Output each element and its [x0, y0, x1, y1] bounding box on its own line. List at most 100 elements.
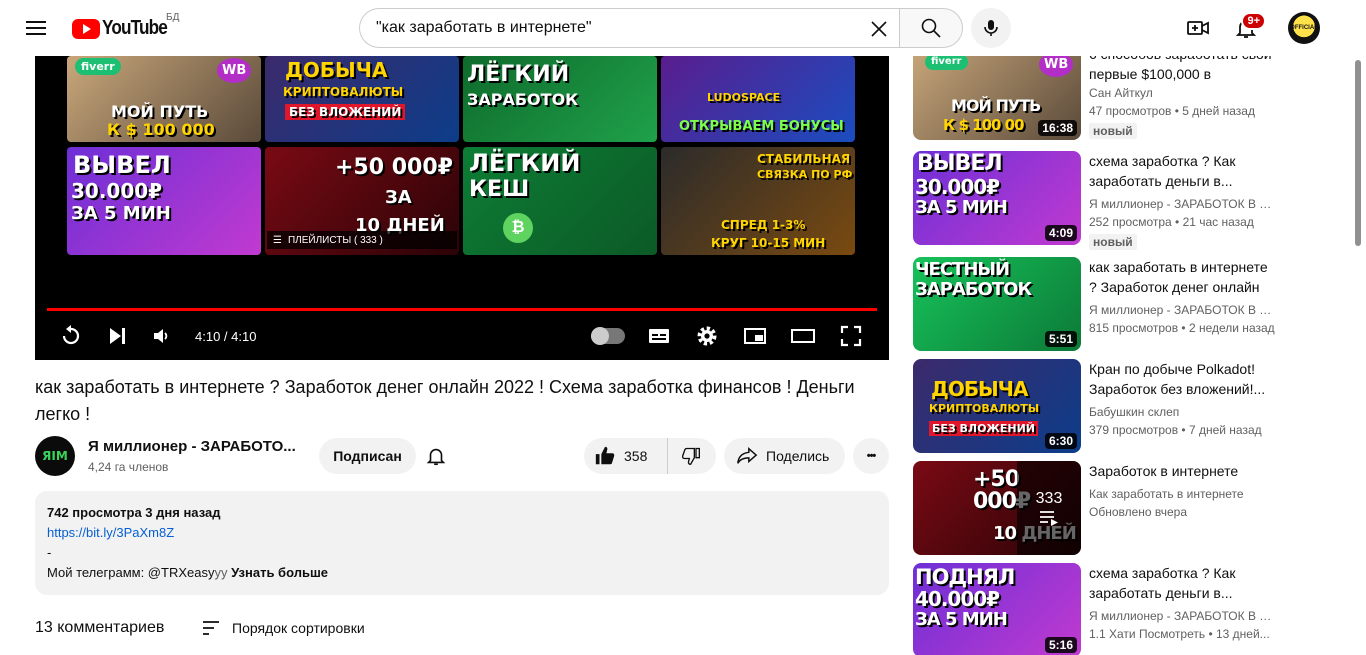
tile-text: СТАБИЛЬНАЯ — [757, 152, 851, 166]
fullscreen-button[interactable] — [837, 322, 865, 350]
playlist-label: ☰ ПЛЕЙЛИСТЫ ( 333 ) — [267, 231, 457, 249]
avatar-text: OFFICIAL — [1290, 25, 1318, 31]
search-bar: "как заработать в интернете" — [359, 8, 963, 48]
description-link[interactable]: https://bit.ly/3PaXm8Z — [47, 525, 174, 540]
subtitles-icon — [649, 329, 669, 343]
related-video-item[interactable]: fiverr WB МОЙ ПУТЬ К $ 100 00 16:38 6 сп… — [913, 46, 1353, 140]
dislike-button[interactable] — [668, 438, 714, 474]
view-stats: 742 просмотра 3 дня назад — [47, 505, 221, 520]
bell-icon — [426, 448, 446, 466]
thumb-text: ВЫВЕЛ — [917, 151, 1003, 176]
thumbs-down-icon — [681, 447, 700, 466]
channel-name: Как заработать в интернете — [1089, 487, 1244, 501]
account-avatar[interactable]: OFFICIAL — [1288, 12, 1320, 44]
gear-icon — [697, 326, 717, 346]
related-video-item[interactable]: ВЫВЕЛ 30.000₽ ЗА 5 МИН 4:09 схема зарабо… — [913, 151, 1353, 250]
volume-button[interactable] — [147, 322, 175, 350]
masthead: YouTube БД "как заработать в интернете" … — [0, 0, 1366, 56]
create-video-button[interactable] — [1178, 8, 1218, 48]
youtube-logo[interactable]: YouTube БД — [72, 12, 179, 40]
more-actions-button[interactable]: ••• — [853, 438, 889, 474]
video-meta: 815 просмотров • 2 недели назад — [1089, 321, 1275, 335]
page-scrollbar[interactable] — [1353, 56, 1363, 655]
share-icon — [737, 447, 758, 464]
end-tile[interactable]: ЛЁГКИЙ КЕШ ₿ — [463, 147, 657, 255]
notifications-button[interactable]: 9+ — [1226, 8, 1266, 48]
thumb-text: ЗАРАБОТОК — [915, 279, 1032, 300]
next-icon — [110, 328, 125, 344]
settings-button[interactable] — [693, 322, 721, 350]
video-duration: 16:38 — [1038, 120, 1077, 136]
related-video-item[interactable]: ДОБЫЧА КРИПТОВАЛЮТЫ БЕЗ ВЛОЖЕНИЙ 6:30 Кр… — [913, 359, 1353, 453]
video-thumbnail: fiverr WB МОЙ ПУТЬ К $ 100 00 16:38 — [913, 46, 1081, 140]
like-button[interactable]: 358 — [584, 438, 668, 474]
tile-text: LUDOSPACE — [707, 91, 781, 104]
end-screen-grid: fiverr WB МОЙ ПУТЬ К $ 100 000 ДОБЫЧА КР… — [67, 56, 857, 256]
playlist-title: Заработок в интернете — [1089, 463, 1239, 479]
related-playlist-item[interactable]: +50 000₽ 10 ДНЕЙ 333 Заработок в интерне… — [913, 461, 1353, 555]
replay-button[interactable] — [57, 322, 85, 350]
thumb-text: ЧЕСТНЫЙ — [915, 259, 1010, 280]
video-title: как заработать в интернете ? Заработок д… — [1089, 259, 1268, 295]
notification-bell-button[interactable] — [420, 440, 452, 472]
logo-text: YouTube — [102, 17, 168, 39]
description-telegram: Мой телеграмм: @TRXeasy — [47, 565, 215, 580]
subscriber-count: 4,24 га членов — [88, 460, 169, 474]
next-button[interactable] — [103, 322, 131, 350]
video-thumbnail: ДОБЫЧА КРИПТОВАЛЮТЫ БЕЗ ВЛОЖЕНИЙ 6:30 — [913, 359, 1081, 453]
sort-comments-button[interactable]: Порядок сортировки — [200, 617, 365, 639]
end-tile[interactable]: LUDOSPACE ОТКРЫВАЕМ БОНУСЫ — [661, 56, 855, 142]
scrollbar-thumb[interactable] — [1355, 60, 1361, 246]
notification-count-badge: 9+ — [1241, 12, 1266, 30]
thumb-text: ПОДНЯЛ — [915, 565, 1015, 589]
fullscreen-icon — [840, 325, 862, 347]
progress-bar[interactable] — [47, 308, 877, 311]
description-box[interactable]: 742 просмотра 3 дня назад https://bit.ly… — [35, 491, 889, 595]
tile-text: ВЫВЕЛ — [73, 151, 171, 179]
video-info: схема заработка ? Как заработать деньги … — [1089, 151, 1279, 251]
like-dislike-group: 358 — [584, 438, 716, 474]
related-video-item[interactable]: ЧЕСТНЫЙ ЗАРАБОТОК 5:51 как заработать в … — [913, 257, 1353, 351]
channel-name: Я миллионер - ЗАРАБОТОК В ИНТ... — [1089, 303, 1279, 317]
playlist-count: 333 — [1035, 490, 1063, 507]
tile-text: КЕШ — [469, 177, 530, 202]
end-tile[interactable]: fiverr WB МОЙ ПУТЬ К $ 100 000 — [67, 56, 261, 142]
show-more-button[interactable]: Узнать больше — [231, 565, 328, 580]
search-input[interactable]: "как заработать в интернете" — [359, 8, 900, 48]
subscribe-button[interactable]: Подписан — [319, 438, 416, 474]
video-info: 6 способов заработать свои первые $100,0… — [1089, 46, 1279, 140]
comments-count: 13 комментариев — [35, 619, 165, 636]
channel-name: Я миллионер - ЗАРАБОТОК В ИНТ... — [1089, 197, 1279, 211]
video-title: как заработать в интернете ? Заработок д… — [35, 377, 855, 424]
clear-search-icon[interactable] — [865, 15, 893, 43]
thumb-text: fiverr — [925, 54, 968, 70]
miniplayer-button[interactable] — [741, 322, 769, 350]
channel-name: Бабушкин склеп — [1089, 405, 1180, 419]
channel-name[interactable]: Я миллионер - ЗАРАБОТО... — [88, 438, 296, 455]
theater-mode-button[interactable] — [789, 322, 817, 350]
thumb-text: МОЙ ПУТЬ — [951, 96, 1041, 115]
channel-avatar[interactable]: ЯIМ — [35, 436, 75, 476]
replay-icon — [62, 325, 80, 345]
end-tile[interactable]: ДОБЫЧА КРИПТОВАЛЮТЫ БЕЗ ВЛОЖЕНИЙ — [265, 56, 459, 142]
end-tile[interactable]: +50 000₽ ЗА 10 ДНЕЙ ☰ ПЛЕЙЛИСТЫ ( 333 ) — [265, 147, 459, 255]
playlist-overlay: 333 — [1017, 461, 1081, 555]
end-tile[interactable]: ВЫВЕЛ 30.000₽ ЗА 5 МИН — [67, 147, 261, 255]
search-button[interactable] — [899, 8, 963, 48]
tile-text: ЛЁГКИЙ — [469, 149, 581, 177]
video-thumbnail: ВЫВЕЛ 30.000₽ ЗА 5 МИН 4:09 — [913, 151, 1081, 245]
description-dash: - — [47, 545, 52, 560]
end-tile[interactable]: СТАБИЛЬНАЯ СВЯЗКА ПО РФ СПРЕД 1-3% КРУГ … — [661, 147, 855, 255]
share-button[interactable]: Поделись — [724, 438, 845, 474]
thumb-text: БЕЗ ВЛОЖЕНИЙ — [929, 421, 1039, 436]
end-tile[interactable]: ЛЁГКИЙ ЗАРАБОТОК — [463, 56, 657, 142]
tile-text: КРУГ 10-15 МИН — [711, 236, 826, 250]
menu-icon[interactable] — [20, 16, 52, 40]
video-info: как заработать в интернете ? Заработок д… — [1089, 257, 1279, 337]
autoplay-toggle[interactable] — [591, 327, 625, 345]
related-video-item[interactable]: ПОДНЯЛ 40.000₽ ЗА 5 МИН 5:16 схема зараб… — [913, 563, 1353, 655]
video-player[interactable]: fiverr WB МОЙ ПУТЬ К $ 100 000 ДОБЫЧА КР… — [35, 56, 889, 360]
voice-search-button[interactable] — [971, 8, 1011, 48]
video-info: схема заработка ? Как заработать деньги … — [1089, 563, 1279, 643]
subtitles-button[interactable] — [645, 322, 673, 350]
